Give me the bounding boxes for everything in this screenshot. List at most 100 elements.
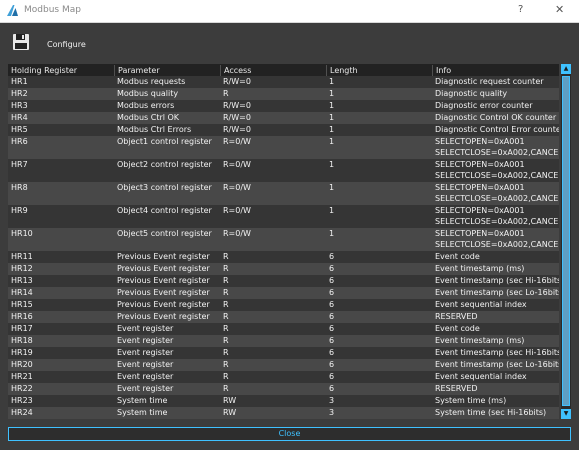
table-cell: R [223,312,229,321]
scroll-down-icon[interactable]: ▼ [561,409,571,419]
window-close-button[interactable]: ✕ [555,3,564,16]
column-header-parameter[interactable]: Parameter [114,65,221,76]
table-cell: 3 [329,408,335,417]
table-row[interactable]: HR11 Previous Event register R 6 Event code [8,251,559,263]
table-cell: Event register [117,360,174,369]
table-row[interactable]: HR15 Previous Event register R 6 Event seque… [8,299,559,311]
table-cell: R [223,288,229,297]
scrollbar-thumb[interactable] [562,76,570,406]
table-cell: 6 [329,336,335,345]
table-cell: R [223,300,229,309]
title-bar: Modbus Map ? ✕ [0,0,579,23]
table-cell: Event timestamp (sec Lo-16bits) [435,360,559,369]
floppy-disk-icon[interactable] [12,33,30,51]
table-row[interactable]: HR24 System time RW 3 System time (sec Hi-16… [8,407,559,419]
table-cell: 6 [329,360,335,369]
table-cell: System time (ms) [435,396,507,405]
table-cell: Event register [117,348,174,357]
table-cell: Object2 control register [117,160,212,169]
configure-button[interactable]: Configure [47,40,86,49]
column-header-info[interactable]: Info [432,65,559,76]
table-cell: R=0/W [223,206,251,215]
table-cell: R [223,89,229,98]
table-cell: 1 [329,101,335,110]
vertical-scrollbar[interactable]: ▲ ▼ [561,64,571,419]
table-cell-continuation: SELECTCLOSE=0xA002,CANCEL=0xA003 [435,148,559,157]
table-cell: HR8 [11,183,28,192]
table-row[interactable]: HR14 Previous Event register R 6 Event times… [8,287,559,299]
table-cell: Diagnostic error counter [435,101,533,110]
table-cell: System time [117,396,168,405]
table-cell: 6 [329,324,335,333]
table-row[interactable]: HR6 Object1 control register R=0/W 1 SELECTO… [8,136,559,159]
table-row[interactable]: HR7 Object2 control register R=0/W 1 SELECTO… [8,159,559,182]
table-cell: Object1 control register [117,137,212,146]
table-cell: HR19 [11,348,33,357]
table-cell: Event code [435,324,480,333]
table-row[interactable]: HR4 Modbus Ctrl OK R/W=0 1 Diagnostic Contro… [8,112,559,124]
table-cell: Previous Event register [117,288,210,297]
table-cell: Event timestamp (sec Hi-16bits) [435,348,559,357]
table-row[interactable]: HR9 Object4 control register R=0/W 1 SELECTO… [8,205,559,228]
table-row[interactable]: HR3 Modbus errors R/W=0 1 Diagnostic error c… [8,100,559,112]
table-cell: R [223,336,229,345]
table-cell: Event sequential index [435,372,527,381]
table-cell: Diagnostic quality [435,89,508,98]
table-header: Holding Register Parameter Access Length… [8,64,559,76]
table-cell: HR13 [11,276,33,285]
table-row[interactable]: HR12 Previous Event register R 6 Event times… [8,263,559,275]
table-cell: Modbus Ctrl Errors [117,125,192,134]
table-row[interactable]: HR19 Event register R 6 Event timestamp (sec… [8,347,559,359]
table-cell: 6 [329,252,335,261]
table-row[interactable]: HR20 Event register R 6 Event timestamp (sec… [8,359,559,371]
close-button[interactable]: Close [8,427,571,441]
table-row[interactable]: HR22 Event register R 6 RESERVED [8,383,559,395]
table-cell: RESERVED [435,312,478,321]
table-row[interactable]: HR21 Event register R 6 Event sequential ind… [8,371,559,383]
table-cell: RESERVED [435,384,478,393]
table-body: HR1 Modbus requests R/W=0 1 Diagnostic reque… [8,76,559,419]
table-cell: HR17 [11,324,33,333]
table-cell: HR23 [11,396,33,405]
table-row[interactable]: HR8 Object3 control register R=0/W 1 SELECTO… [8,182,559,205]
column-header-access[interactable]: Access [220,65,327,76]
table-cell: Event register [117,384,174,393]
table-cell: 1 [329,229,335,238]
table-cell: R/W=0 [223,113,251,122]
table-cell: Previous Event register [117,264,210,273]
table-cell: R [223,384,229,393]
table-row[interactable]: HR18 Event register R 6 Event timestamp (ms) [8,335,559,347]
table-row[interactable]: HR1 Modbus requests R/W=0 1 Diagnostic reque… [8,76,559,88]
table-cell: Event timestamp (ms) [435,336,525,345]
table-cell: HR20 [11,360,33,369]
table-cell-continuation: SELECTCLOSE=0xA002,CANCEL=0xA003 [435,194,559,203]
table-cell: 1 [329,206,335,215]
table-cell: 6 [329,348,335,357]
toolbar: Configure [0,23,579,61]
table-cell: HR6 [11,137,28,146]
table-row[interactable]: HR5 Modbus Ctrl Errors R/W=0 1 Diagnostic Co… [8,124,559,136]
table-row[interactable]: HR2 Modbus quality R 1 Diagnostic quality [8,88,559,100]
table-cell: 1 [329,183,335,192]
table-cell: 1 [329,77,335,86]
scroll-up-icon[interactable]: ▲ [561,64,571,74]
table-cell: R=0/W [223,183,251,192]
help-button[interactable]: ? [518,4,523,15]
table-cell: 1 [329,113,335,122]
table-row[interactable]: HR13 Previous Event register R 6 Event times… [8,275,559,287]
table-row[interactable]: HR16 Previous Event register R 6 RESERVED [8,311,559,323]
table-row[interactable]: HR10 Object5 control register R=0/W 1 SELECT… [8,228,559,251]
table-row[interactable]: HR23 System time RW 3 System time (ms) [8,395,559,407]
table-cell: Previous Event register [117,300,210,309]
table-cell-continuation: SELECTCLOSE=0xA002,CANCEL=0xA003 [435,171,559,180]
table-cell: Event timestamp (ms) [435,264,525,273]
column-header-holding-register[interactable]: Holding Register [8,65,114,76]
column-header-length[interactable]: Length [326,65,433,76]
table-cell: Previous Event register [117,276,210,285]
table-row[interactable]: HR17 Event register R 6 Event code [8,323,559,335]
table-cell: 1 [329,125,335,134]
table-cell: R [223,276,229,285]
table-cell-continuation: SELECTCLOSE=0xA002,CANCEL=0xA003 [435,240,559,249]
table-cell: HR15 [11,300,33,309]
table-cell: 6 [329,372,335,381]
